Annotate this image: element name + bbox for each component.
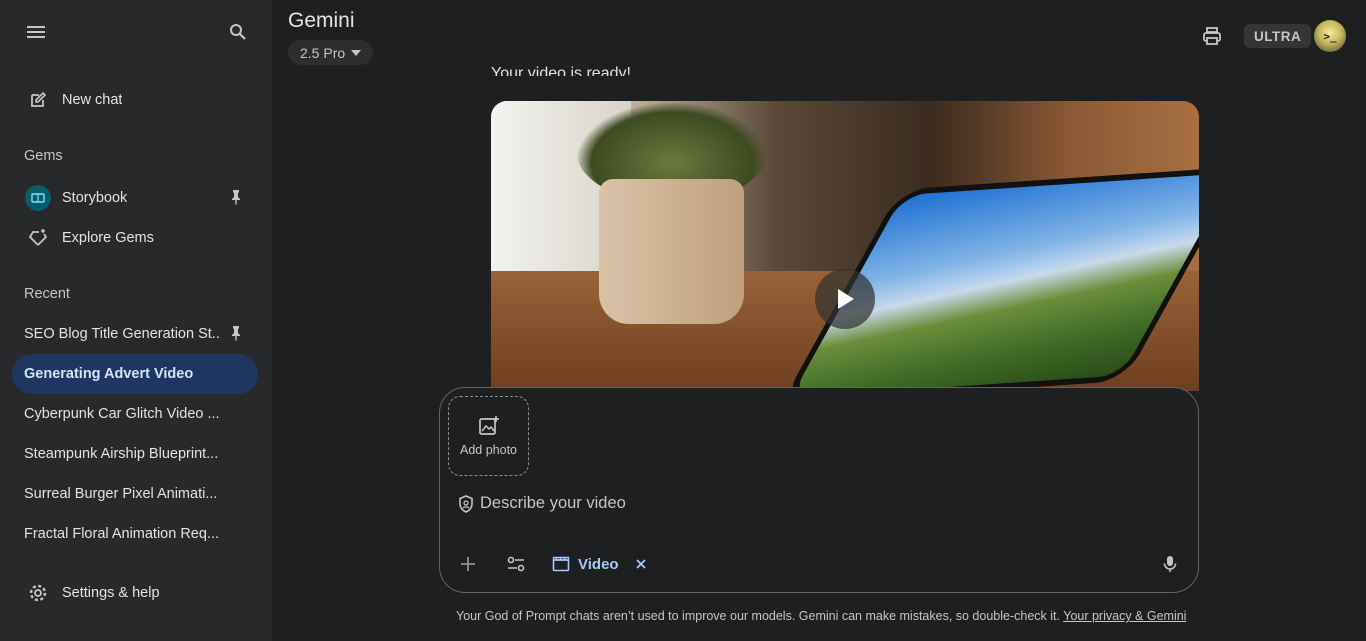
recent-chat-label: Cyberpunk Car Glitch Video ... [24, 406, 220, 422]
model-selector[interactable]: 2.5 Pro [288, 40, 374, 65]
avatar-text: >_ [1323, 29, 1337, 43]
gem-storybook-label: Storybook [62, 190, 128, 206]
recent-chat-item[interactable]: Surreal Burger Pixel Animati... [12, 474, 258, 514]
recent-chat-item[interactable]: Fractal Floral Animation Req... [12, 514, 258, 554]
chevron-down-icon [351, 49, 362, 56]
recent-chat-label: SEO Blog Title Generation St... [24, 326, 220, 342]
close-icon[interactable] [633, 556, 649, 572]
video-mode-chip[interactable]: Video [552, 552, 649, 576]
recent-chat-label: Generating Advert Video [24, 366, 194, 382]
add-photo-button[interactable]: Add photo [448, 396, 529, 476]
recent-chat-item-active[interactable]: Generating Advert Video [12, 354, 258, 394]
explore-gems-label: Explore Gems [62, 230, 154, 246]
video-thumbnail-pot [599, 179, 744, 324]
prompt-input[interactable]: Describe your video [458, 494, 626, 513]
model-response-text: Your video is ready! [491, 65, 631, 76]
gem-storybook[interactable]: Storybook [12, 178, 258, 218]
prompt-placeholder: Describe your video [480, 494, 626, 512]
pin-icon[interactable] [230, 189, 246, 207]
new-chat-button[interactable]: New chat [12, 80, 258, 120]
play-button[interactable] [815, 269, 875, 329]
clapperboard-icon [552, 556, 570, 572]
plan-badge: ULTRA [1244, 24, 1312, 48]
printer-icon[interactable] [1198, 22, 1226, 50]
app-title: Gemini [288, 9, 355, 32]
add-photo-label: Add photo [460, 443, 517, 457]
model-label: 2.5 Pro [300, 44, 346, 61]
tools-icon[interactable] [504, 552, 528, 576]
recent-chat-item[interactable]: Cyberpunk Car Glitch Video ... [12, 394, 258, 434]
new-chat-label: New chat [62, 92, 123, 108]
recent-chat-item[interactable]: Steampunk Airship Blueprint... [12, 434, 258, 474]
disclaimer: Your God of Prompt chats aren’t used to … [456, 609, 1186, 623]
add-icon[interactable] [456, 552, 480, 576]
explore-gems[interactable]: Explore Gems [12, 218, 258, 258]
shield-icon [459, 494, 473, 513]
recent-chat-label: Fractal Floral Animation Req... [24, 526, 220, 542]
microphone-icon[interactable] [1158, 552, 1182, 576]
settings-help-button[interactable]: Settings & help [12, 573, 258, 613]
recent-chat-label: Steampunk Airship Blueprint... [24, 446, 219, 462]
video-player[interactable] [491, 101, 1199, 391]
avatar[interactable]: >_ [1314, 20, 1346, 52]
menu-icon[interactable] [22, 18, 50, 46]
sidebar: New chat Gems Storybook Explore Gems Rec… [0, 0, 272, 641]
recent-chat-item[interactable]: SEO Blog Title Generation St... [12, 314, 258, 354]
disclaimer-text: Your God of Prompt chats aren’t used to … [456, 609, 1060, 623]
pin-icon[interactable] [230, 325, 246, 343]
gem-sparkle-icon [24, 224, 52, 252]
search-icon[interactable] [224, 18, 252, 46]
video-chip-label: Video [578, 555, 619, 573]
edit-icon [24, 86, 52, 114]
gear-icon [24, 579, 52, 607]
recent-heading: Recent [24, 286, 70, 302]
add-image-icon [478, 416, 499, 435]
prompt-composer: Add photo Describe your video Video [439, 387, 1199, 593]
storybook-icon [24, 184, 52, 212]
privacy-link[interactable]: Your privacy & Gemini [1063, 609, 1186, 623]
gems-heading: Gems [24, 148, 63, 164]
play-icon [838, 289, 854, 309]
recent-chat-label: Surreal Burger Pixel Animati... [24, 486, 218, 502]
settings-help-label: Settings & help [62, 585, 160, 601]
